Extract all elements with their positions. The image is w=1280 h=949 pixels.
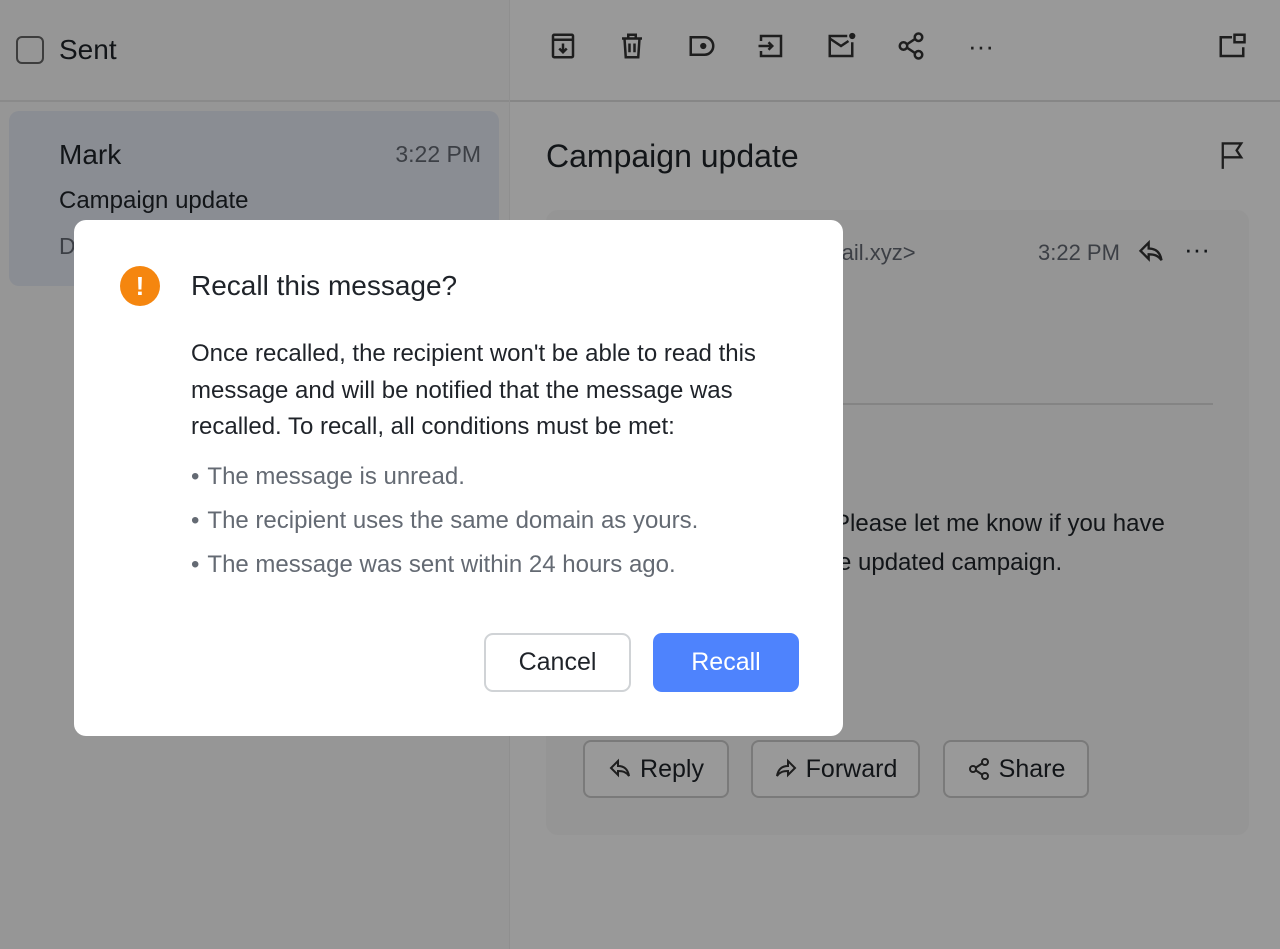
dialog-text: Once recalled, the recipient won't be ab…	[191, 340, 756, 440]
recall-dialog: ! Recall this message? Once recalled, th…	[74, 220, 843, 736]
condition: The message was sent within 24 hours ago…	[191, 546, 698, 590]
dialog-title: Recall this message?	[191, 270, 458, 301]
warning-icon: !	[120, 266, 160, 306]
condition: The message is unread.	[191, 458, 698, 502]
cancel-button[interactable]: Cancel	[484, 633, 631, 692]
conditions-list: The message is unread. The recipient use…	[191, 458, 698, 590]
condition: The recipient uses the same domain as yo…	[191, 502, 698, 546]
recall-button[interactable]: Recall	[653, 633, 799, 692]
